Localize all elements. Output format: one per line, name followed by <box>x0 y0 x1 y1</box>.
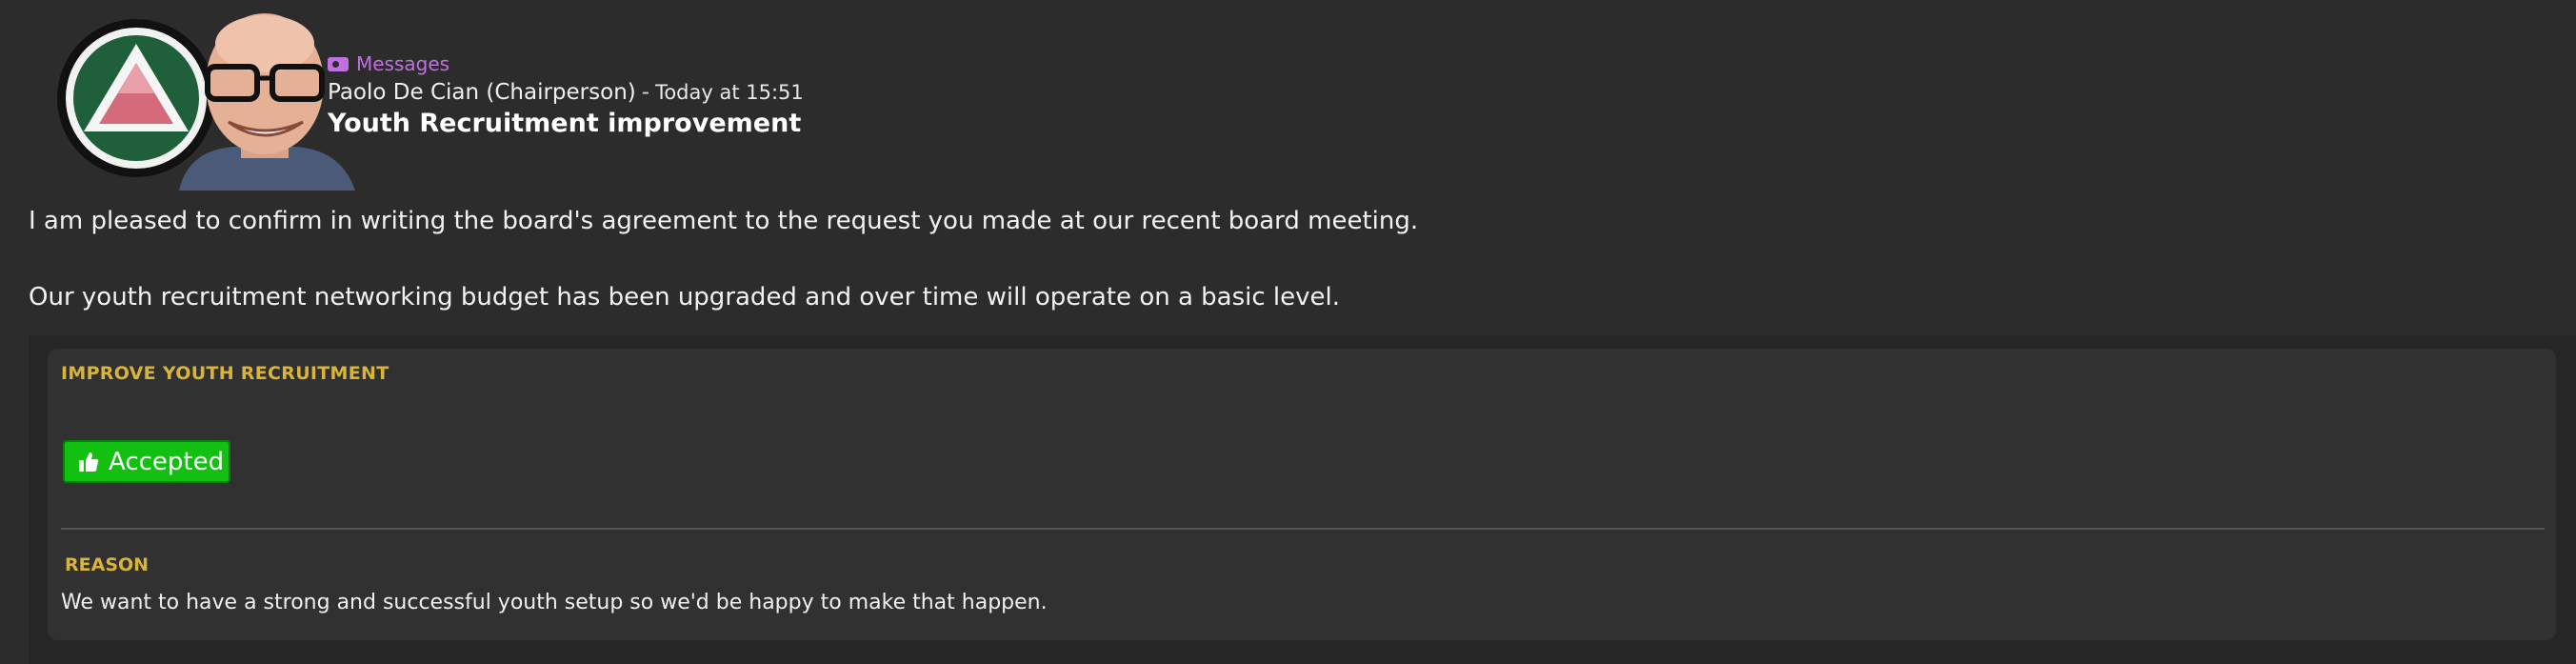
reason-text: We want to have a strong and successful … <box>61 591 1048 614</box>
category-label: Messages <box>356 52 450 75</box>
message-timestamp: Today at 15:51 <box>655 81 804 104</box>
message-body-paragraph: Our youth recruitment networking budget … <box>29 283 1341 312</box>
accepted-status-button[interactable]: Accepted <box>63 440 230 483</box>
request-panel-container: IMPROVE YOUTH RECRUITMENT Accepted REASO… <box>29 335 2576 664</box>
sender-name[interactable]: Paolo De Cian (Chairperson) <box>328 80 636 105</box>
request-panel: IMPROVE YOUTH RECRUITMENT Accepted REASO… <box>48 349 2556 640</box>
request-title: IMPROVE YOUTH RECRUITMENT <box>61 363 389 384</box>
sender-line: Paolo De Cian (Chairperson) - Today at 15:… <box>328 80 804 105</box>
tag-icon <box>328 56 349 71</box>
reason-heading: REASON <box>65 554 150 575</box>
message-subject: Youth Recruitment improvement <box>328 109 802 138</box>
message-body-paragraph: I am pleased to confirm in writing the b… <box>29 207 1419 235</box>
message-header: Messages Paolo De Cian (Chairperson) - Tod… <box>0 0 2576 191</box>
accepted-label: Accepted <box>109 447 225 476</box>
category-tag[interactable]: Messages <box>328 51 804 76</box>
thumbs-up-icon <box>78 452 99 473</box>
sender-avatar[interactable] <box>55 6 355 191</box>
sender-separator: - <box>641 80 650 105</box>
section-divider <box>61 528 2545 530</box>
message-meta: Messages Paolo De Cian (Chairperson) - Tod… <box>328 51 804 138</box>
